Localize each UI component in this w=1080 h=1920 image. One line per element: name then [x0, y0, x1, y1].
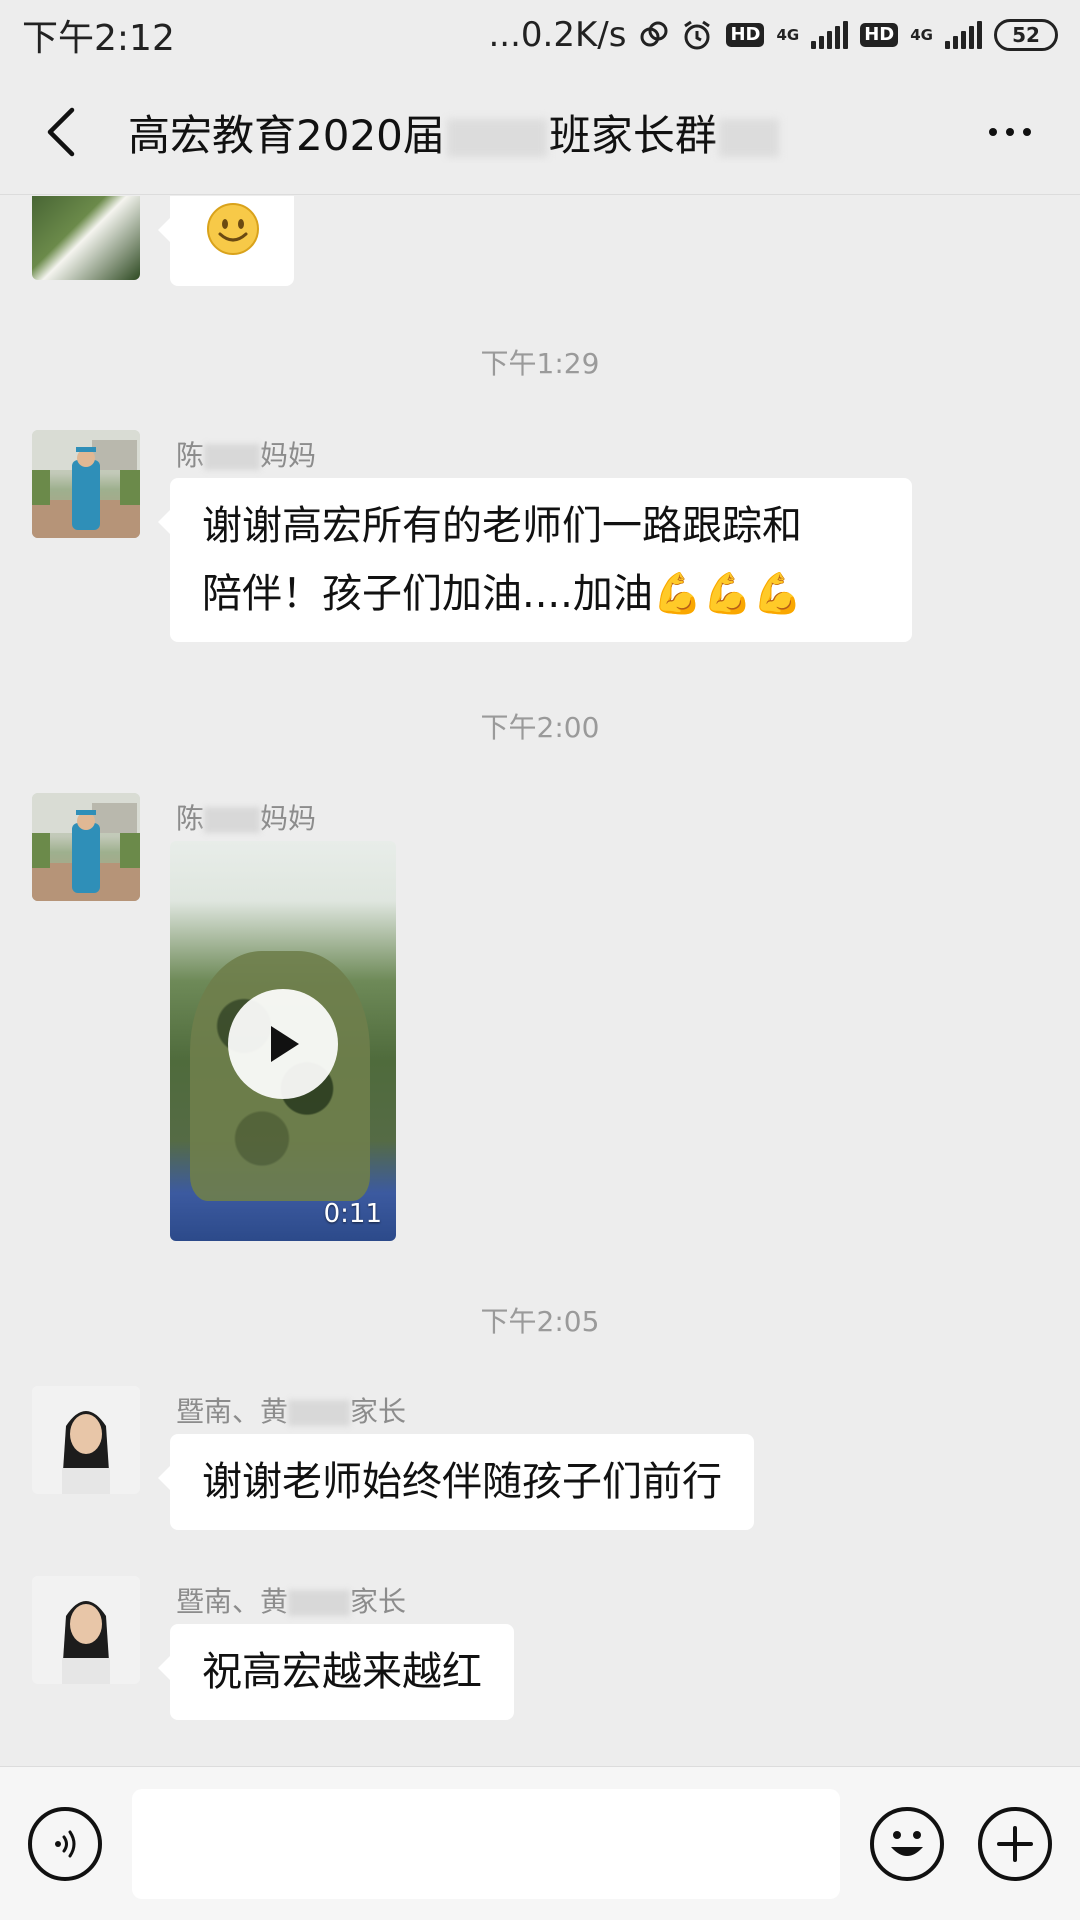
- emoji-icon: [891, 1831, 923, 1856]
- sender-name: 暨南、黄 家长: [176, 1390, 406, 1430]
- sender-name-prefix: 暨南、黄: [176, 1585, 289, 1618]
- sender-name-suffix: 妈妈: [260, 439, 317, 472]
- redacted-text: [446, 119, 547, 157]
- sender-name: 陈 妈妈: [176, 434, 316, 474]
- message-bubble[interactable]: [158, 196, 294, 286]
- redacted-text: [288, 1400, 351, 1426]
- message-bubble[interactable]: 谢谢高宏所有的老师们一路跟踪和 陪伴！孩子们加油....加油💪💪💪: [158, 478, 912, 642]
- redacted-text: [204, 444, 261, 470]
- redacted-text: [204, 807, 261, 833]
- wechat-group-chat: 下午2:12 ...0.2K/s HD 4G HD 4G 52 高宏教育2020…: [0, 0, 1080, 1920]
- status-icons: ...0.2K/s HD 4G HD 4G 52: [488, 15, 1058, 55]
- voice-icon: [55, 1830, 76, 1858]
- chevron-left-icon: [47, 107, 75, 157]
- battery-icon: 52: [994, 19, 1058, 51]
- message-text-line: 祝高宏越来越红: [202, 1649, 482, 1695]
- link-icon: [638, 20, 668, 50]
- avatar[interactable]: [32, 1576, 140, 1684]
- more-functions-button[interactable]: [978, 1807, 1052, 1881]
- sender-name-suffix: 家长: [350, 1395, 407, 1428]
- avatar[interactable]: [32, 430, 140, 538]
- input-bar: [0, 1766, 1080, 1920]
- redacted-text: [288, 1590, 351, 1616]
- status-bar: 下午2:12 ...0.2K/s HD 4G HD 4G 52: [0, 0, 1080, 70]
- chat-title: 高宏教育2020届 班家长群: [128, 102, 970, 163]
- signal-icon-2: [945, 21, 982, 49]
- redacted-text-2: [718, 119, 779, 157]
- signal-icon: [811, 21, 849, 49]
- sender-name-prefix: 陈: [176, 802, 205, 835]
- emoji-button[interactable]: [870, 1807, 944, 1881]
- sender-name-suffix: 家长: [350, 1585, 407, 1618]
- network-4g-label-2: 4G: [910, 26, 933, 44]
- network-4g-icon: 4G: [776, 26, 800, 44]
- hd-icon-2: HD: [860, 23, 899, 47]
- message-text-line: 谢谢老师始终伴随孩子们前行: [202, 1459, 722, 1505]
- message-text-line: 谢谢高宏所有的老师们一路跟踪和: [202, 503, 802, 549]
- chat-header: 高宏教育2020届 班家长群: [0, 70, 1080, 195]
- video-duration: 0:11: [323, 1199, 382, 1229]
- sender-name: 陈 妈妈: [176, 797, 316, 837]
- status-time: 下午2:12: [22, 18, 175, 59]
- play-icon: [271, 1026, 299, 1062]
- message-text-line: 陪伴！孩子们加油....加油💪💪💪: [202, 571, 803, 617]
- more-dot-icon: [1023, 128, 1031, 136]
- network-4g-icon-2: 4G: [910, 26, 933, 44]
- message-bubble[interactable]: 祝高宏越来越红: [158, 1624, 514, 1720]
- more-dot-icon: [989, 128, 997, 136]
- more-options-button[interactable]: [970, 97, 1050, 167]
- network-4g-label: 4G: [776, 26, 800, 44]
- smile-emoji-icon: [207, 203, 259, 255]
- message-list[interactable]: 下午1:29 陈妈妈 谢谢高宏所有的老师们一路跟踪和 陪伴！孩子们加油....加…: [0, 196, 1080, 1766]
- sender-name-prefix: 陈: [176, 439, 205, 472]
- more-dot-icon: [1006, 128, 1014, 136]
- network-speed: ...0.2K/s: [488, 15, 627, 55]
- battery-level: 52: [1012, 23, 1040, 47]
- avatar[interactable]: [32, 1386, 140, 1494]
- hd-icon: HD: [726, 23, 765, 47]
- back-button[interactable]: [30, 97, 90, 167]
- message-bubble[interactable]: 谢谢老师始终伴随孩子们前行: [158, 1434, 754, 1530]
- avatar-image: [32, 793, 140, 901]
- alarm-icon: [680, 18, 714, 52]
- sender-name-suffix: 妈妈: [260, 802, 317, 835]
- time-stamp: 下午2:00: [480, 711, 600, 744]
- plus-icon: [997, 1826, 1033, 1862]
- chat-title-part2: 班家长群: [548, 110, 717, 160]
- avatar-image: [32, 1576, 140, 1684]
- time-stamp: 下午2:05: [480, 1305, 600, 1338]
- sender-name-prefix: 暨南、黄: [176, 1395, 289, 1428]
- sender-name: 暨南、黄 家长: [176, 1580, 406, 1620]
- chat-title-part1: 高宏教育2020届: [128, 110, 445, 160]
- avatar[interactable]: [32, 793, 140, 901]
- video-message[interactable]: 0:11: [170, 841, 396, 1241]
- avatar[interactable]: [32, 196, 140, 280]
- message-input[interactable]: [132, 1789, 840, 1899]
- play-button[interactable]: [228, 989, 338, 1099]
- time-stamp: 下午1:29: [480, 347, 600, 380]
- voice-input-button[interactable]: [28, 1807, 102, 1881]
- avatar-image: [32, 430, 140, 538]
- avatar-image: [32, 1386, 140, 1494]
